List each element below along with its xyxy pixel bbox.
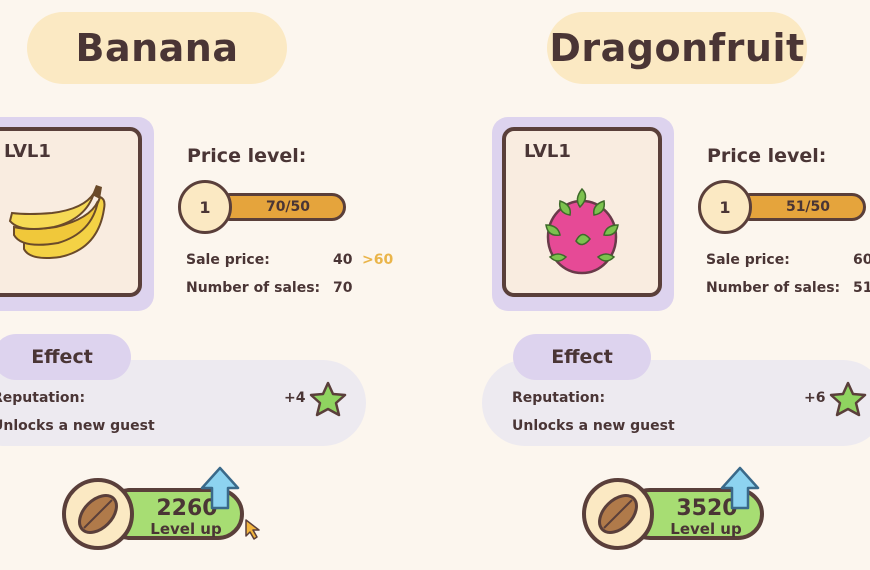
sale-price-label: Sale price: <box>706 252 790 268</box>
sale-price-value: 60 <box>853 252 870 268</box>
item-frame: LVL1 <box>0 117 154 311</box>
pointer-cursor-icon <box>245 519 260 540</box>
seed-currency-icon <box>582 478 654 550</box>
price-level-title: Price level: <box>707 145 827 167</box>
price-level-number: 1 <box>199 197 211 217</box>
star-icon <box>309 381 347 417</box>
price-level-badge: 1 <box>178 180 232 234</box>
number-of-sales-value: 70 <box>333 280 353 296</box>
arrow-up-icon <box>720 466 760 510</box>
card-title-pill: Banana <box>27 12 287 84</box>
seed-currency-icon <box>62 478 134 550</box>
card-title: Dragonfruit <box>549 26 805 70</box>
reputation-label: Reputation: <box>0 390 86 406</box>
item-box: LVL1 <box>0 127 142 297</box>
number-of-sales-label: Number of sales: <box>706 280 841 296</box>
price-level-title: Price level: <box>187 145 307 167</box>
progress-bar-track: 51/50 <box>736 193 866 221</box>
effect-header: Effect <box>513 334 651 380</box>
number-of-sales-label: Number of sales: <box>186 280 321 296</box>
price-level-number: 1 <box>719 197 731 217</box>
item-frame: LVL1 <box>492 117 674 311</box>
effect-label: Effect <box>31 346 93 368</box>
progress-text: 70/50 <box>265 199 311 215</box>
sale-price-label: Sale price: <box>186 252 270 268</box>
level-up-label: Level up <box>150 520 222 538</box>
price-level-progress: 70/50 1 <box>178 180 350 236</box>
level-up-label: Level up <box>670 520 742 538</box>
level-up-button[interactable]: 3520 Level up <box>580 466 790 558</box>
unlock-guest-text: Unlocks a new guest <box>0 418 155 434</box>
upgrade-card-dragonfruit: Dragonfruit LVL1 Price level: 51/50 1 Sa… <box>482 0 870 570</box>
level-up-button[interactable]: 2260 Level up <box>60 466 270 558</box>
effect-header: Effect <box>0 334 131 380</box>
reputation-bonus: +6 <box>804 390 826 406</box>
card-title-pill: Dragonfruit <box>547 12 807 84</box>
reputation-bonus: +4 <box>284 390 306 406</box>
dragonfruit-icon <box>545 187 619 275</box>
banana-icon <box>8 185 106 259</box>
price-level-progress: 51/50 1 <box>698 180 870 236</box>
card-title: Banana <box>75 26 239 70</box>
unlock-guest-text: Unlocks a new guest <box>512 418 675 434</box>
item-level-label: LVL1 <box>524 141 571 162</box>
progress-text: 51/50 <box>785 199 831 215</box>
upgrade-card-banana: Banana LVL1 Price level: 70/50 1 Sale pr… <box>0 0 394 570</box>
sale-price-next-value: >60 <box>362 252 394 268</box>
effect-label: Effect <box>551 346 613 368</box>
price-level-badge: 1 <box>698 180 752 234</box>
number-of-sales-value: 51 <box>853 280 870 296</box>
item-box: LVL1 <box>502 127 662 297</box>
reputation-label: Reputation: <box>512 390 606 406</box>
item-level-label: LVL1 <box>4 141 51 162</box>
arrow-up-icon <box>200 466 240 510</box>
sale-price-value: 40 <box>333 252 353 268</box>
star-icon <box>829 381 867 417</box>
progress-bar-track: 70/50 <box>216 193 346 221</box>
